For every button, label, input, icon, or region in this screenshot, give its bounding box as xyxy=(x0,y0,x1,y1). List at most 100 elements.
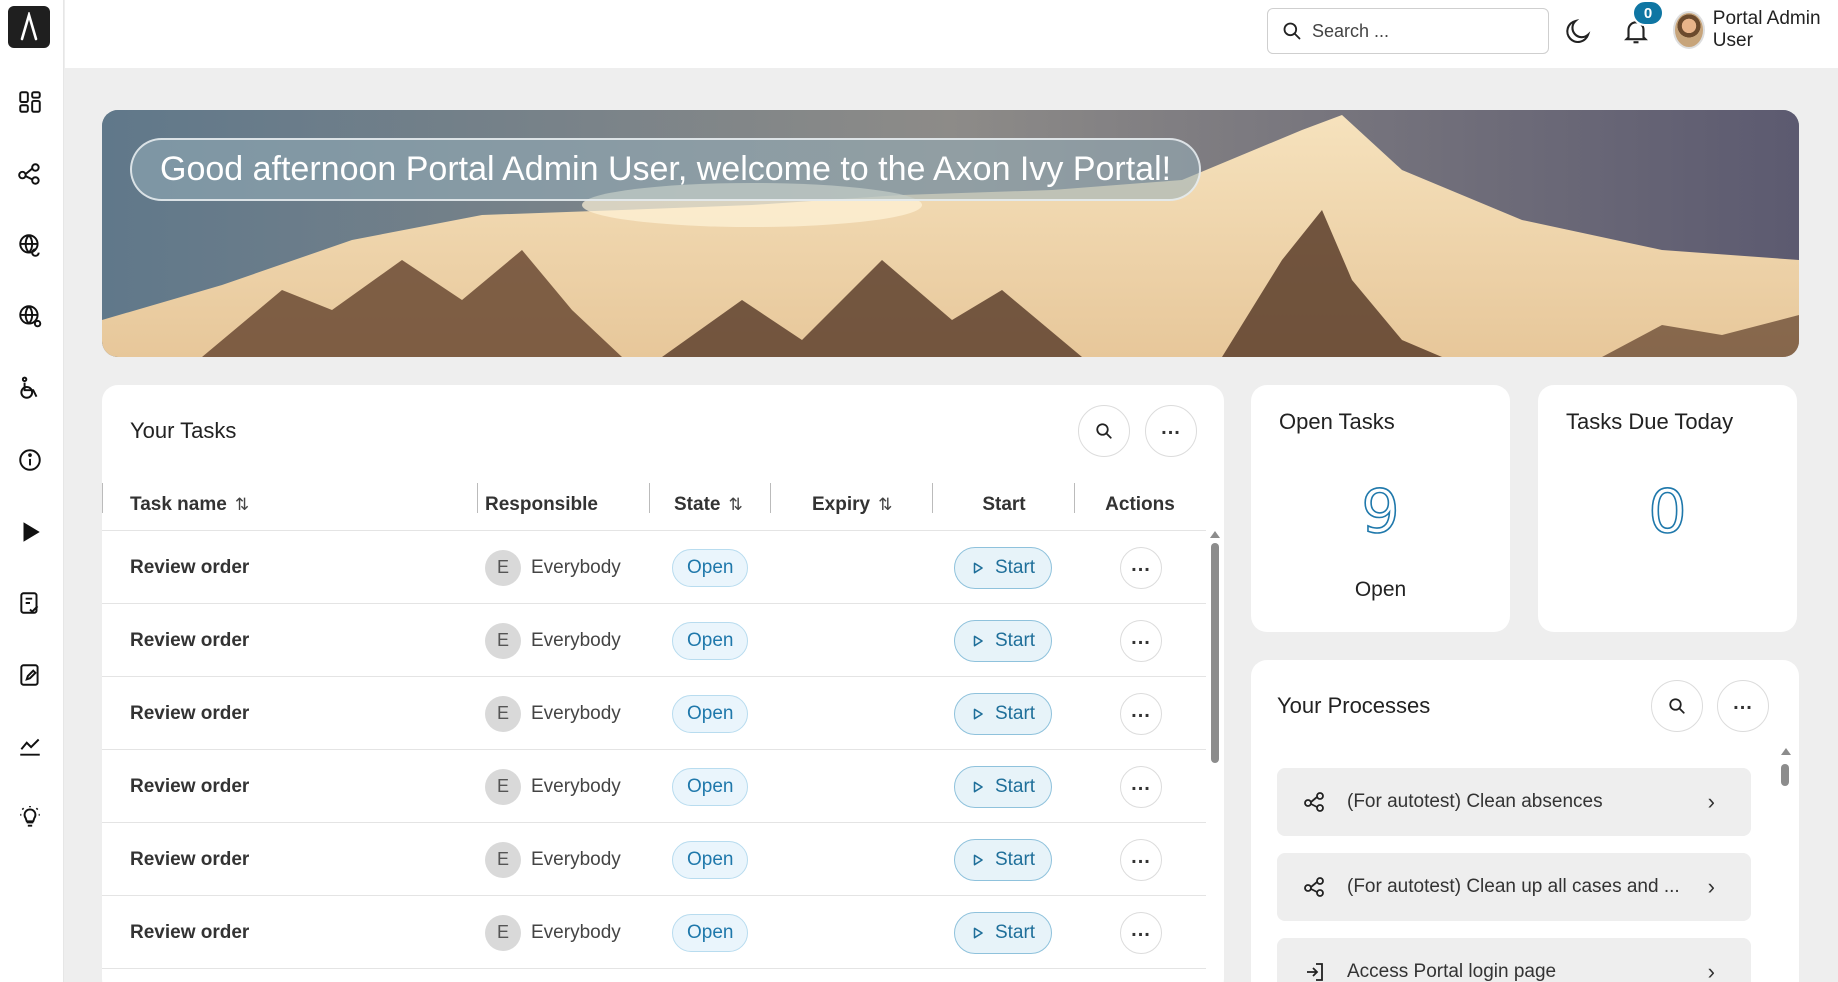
start-task-button[interactable]: Start xyxy=(954,838,1052,881)
sort-icon: ⇅ xyxy=(878,495,893,514)
table-row[interactable]: Review order E Everybody Open Start ... xyxy=(102,823,1206,896)
tasks-more-button[interactable]: ... xyxy=(1145,405,1197,457)
start-task-button[interactable]: Start xyxy=(954,911,1052,954)
status-badge: Open xyxy=(672,767,749,806)
play-icon xyxy=(973,562,983,573)
responsible: E Everybody xyxy=(485,677,621,750)
column-expiry[interactable]: Expiry ⇅ xyxy=(812,479,942,531)
wheelchair-icon[interactable] xyxy=(14,372,46,404)
globe-refresh-icon[interactable] xyxy=(14,229,46,261)
dark-mode-toggle-icon[interactable] xyxy=(1563,16,1593,46)
start-cell: Start xyxy=(954,823,1052,896)
task-actions-button[interactable]: ... xyxy=(1120,838,1162,881)
task-actions-button[interactable]: ... xyxy=(1120,765,1162,808)
responsible: E Everybody xyxy=(485,750,621,823)
task-actions-button[interactable]: ... xyxy=(1120,619,1162,662)
table-row[interactable]: Review order E Everybody Open Start ... xyxy=(102,531,1206,604)
actions-cell: ... xyxy=(1120,604,1162,677)
search-input[interactable] xyxy=(1312,20,1512,42)
top-bar: 0 Portal Admin User xyxy=(65,0,1838,68)
task-list-icon[interactable] xyxy=(14,587,46,619)
chevron-right-icon: › xyxy=(1707,789,1715,814)
process-icon xyxy=(1304,792,1324,812)
search-icon xyxy=(1096,423,1112,439)
scroll-up-arrow-icon[interactable] xyxy=(1781,748,1791,755)
task-actions-button[interactable]: ... xyxy=(1120,692,1162,735)
process-label: (For autotest) Clean up all cases and ..… xyxy=(1347,876,1680,897)
start-cell: Start xyxy=(954,531,1052,604)
search-icon xyxy=(1283,22,1301,40)
table-row[interactable]: Review order E Everybody Open Start ... xyxy=(102,677,1206,750)
responsible-name: Everybody xyxy=(531,848,621,870)
responsible-name: Everybody xyxy=(531,921,621,943)
user-menu[interactable]: Portal Admin User xyxy=(1673,8,1838,51)
scrollbar-thumb[interactable] xyxy=(1211,543,1219,763)
table-row[interactable]: Review order E Everybody Open Start ... xyxy=(102,604,1206,677)
more-icon: ... xyxy=(1131,699,1151,722)
tasks-due-today-widget[interactable]: Tasks Due Today 0 xyxy=(1538,385,1797,632)
play-icon[interactable] xyxy=(14,516,46,548)
processes-search-button[interactable] xyxy=(1651,680,1703,732)
processes-scrollbar[interactable] xyxy=(1779,748,1791,982)
task-name[interactable]: Review order xyxy=(130,823,249,896)
table-row[interactable]: Review order E Everybody Open Start ... xyxy=(102,896,1206,969)
start-task-button[interactable]: Start xyxy=(954,692,1052,735)
state-cell: Open xyxy=(672,823,749,896)
start-task-button[interactable]: Start xyxy=(954,619,1052,662)
task-name[interactable]: Review order xyxy=(130,677,249,750)
statistics-icon[interactable] xyxy=(14,730,46,762)
processes-more-button[interactable]: ... xyxy=(1717,680,1769,732)
start-task-button[interactable]: Start xyxy=(954,765,1052,808)
scrollbar-thumb[interactable] xyxy=(1781,764,1789,786)
chevron-right-icon: › xyxy=(1707,959,1715,982)
dashboard-icon[interactable] xyxy=(14,86,46,118)
responsible-avatar: E xyxy=(485,768,521,805)
actions-cell: ... xyxy=(1120,823,1162,896)
tasks-search-button[interactable] xyxy=(1078,405,1130,457)
column-responsible: Responsible xyxy=(485,494,598,515)
process-label: Access Portal login page xyxy=(1347,961,1557,982)
document-edit-icon[interactable] xyxy=(14,659,46,691)
axon-ivy-logo[interactable] xyxy=(8,6,50,48)
process-item[interactable]: (For autotest) Clean absences › xyxy=(1277,768,1751,836)
process-icon[interactable] xyxy=(14,158,46,190)
tasks-scrollbar[interactable] xyxy=(1208,531,1222,971)
open-tasks-title: Open Tasks xyxy=(1279,409,1395,434)
start-cell: Start xyxy=(954,896,1052,969)
task-actions-button[interactable]: ... xyxy=(1120,911,1162,954)
start-cell: Start xyxy=(954,677,1052,750)
process-item[interactable]: (For autotest) Clean up all cases and ..… xyxy=(1277,853,1751,921)
your-processes-widget: Your Processes ... (For autotest) Clean … xyxy=(1251,660,1799,982)
more-icon: ... xyxy=(1131,845,1151,868)
state-cell: Open xyxy=(672,604,749,677)
responsible-avatar: E xyxy=(485,549,521,586)
process-item[interactable]: Access Portal login page › xyxy=(1277,938,1751,982)
task-name[interactable]: Review order xyxy=(130,604,249,677)
globe-network-icon[interactable] xyxy=(14,300,46,332)
column-state[interactable]: State ⇅ xyxy=(674,479,784,531)
lightbulb-icon[interactable] xyxy=(14,801,46,833)
your-tasks-widget: Your Tasks ... Task name ⇅ Responsible St… xyxy=(102,385,1224,982)
column-start: Start xyxy=(982,494,1026,515)
sidebar xyxy=(0,0,64,982)
process-icon xyxy=(1304,877,1324,897)
responsible-name: Everybody xyxy=(531,702,621,724)
task-name[interactable]: Review order xyxy=(130,750,249,823)
column-task-name[interactable]: Task name ⇅ xyxy=(130,479,470,531)
scroll-up-arrow-icon[interactable] xyxy=(1210,531,1220,538)
responsible-avatar: E xyxy=(485,841,521,878)
table-row[interactable]: Review order E Everybody Open Start ... xyxy=(102,750,1206,823)
task-name[interactable]: Review order xyxy=(130,896,249,969)
task-actions-button[interactable]: ... xyxy=(1120,546,1162,589)
more-icon: ... xyxy=(1131,918,1151,941)
global-search[interactable] xyxy=(1267,8,1549,54)
play-icon xyxy=(973,635,983,646)
open-tasks-label: Open xyxy=(1354,578,1407,601)
info-icon[interactable] xyxy=(14,444,46,476)
tasks-title: Your Tasks xyxy=(130,418,237,443)
start-cell: Start xyxy=(954,604,1052,677)
sort-icon: ⇅ xyxy=(234,495,250,514)
open-tasks-widget[interactable]: Open Tasks 9 Open xyxy=(1251,385,1510,632)
start-task-button[interactable]: Start xyxy=(954,546,1052,589)
task-name[interactable]: Review order xyxy=(130,531,249,604)
